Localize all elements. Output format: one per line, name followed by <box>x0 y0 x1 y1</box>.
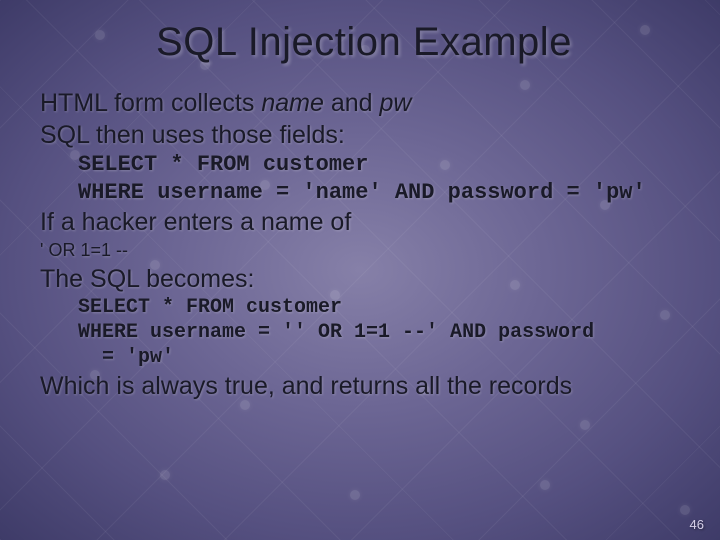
text-fragment: and <box>324 89 380 117</box>
slide-title: SQL Injection Example <box>40 20 688 65</box>
body-line-3: If a hacker enters a name of <box>40 206 688 238</box>
code-block-2-line-1: SELECT * FROM customer <box>78 295 688 320</box>
body-line-6: Which is always true, and returns all th… <box>40 370 688 402</box>
italic-name: name <box>261 89 324 117</box>
code-block-1-line-1: SELECT * FROM customer <box>78 151 688 179</box>
body-line-1: HTML form collects name and pw <box>40 87 688 119</box>
code-block-2-line-3: = 'pw' <box>78 345 688 370</box>
italic-pw: pw <box>379 89 411 117</box>
injection-payload: ' OR 1=1 -- <box>40 240 688 261</box>
page-number: 46 <box>690 517 704 532</box>
code-block-2-line-2: WHERE username = '' OR 1=1 --' AND passw… <box>78 320 688 345</box>
text-fragment: HTML form collects <box>40 89 261 117</box>
body-line-2: SQL then uses those fields: <box>40 119 688 151</box>
slide-content: SQL Injection Example HTML form collects… <box>0 0 720 540</box>
body-line-5: The SQL becomes: <box>40 263 688 295</box>
code-block-1-line-2: WHERE username = 'name' AND password = '… <box>78 179 688 207</box>
